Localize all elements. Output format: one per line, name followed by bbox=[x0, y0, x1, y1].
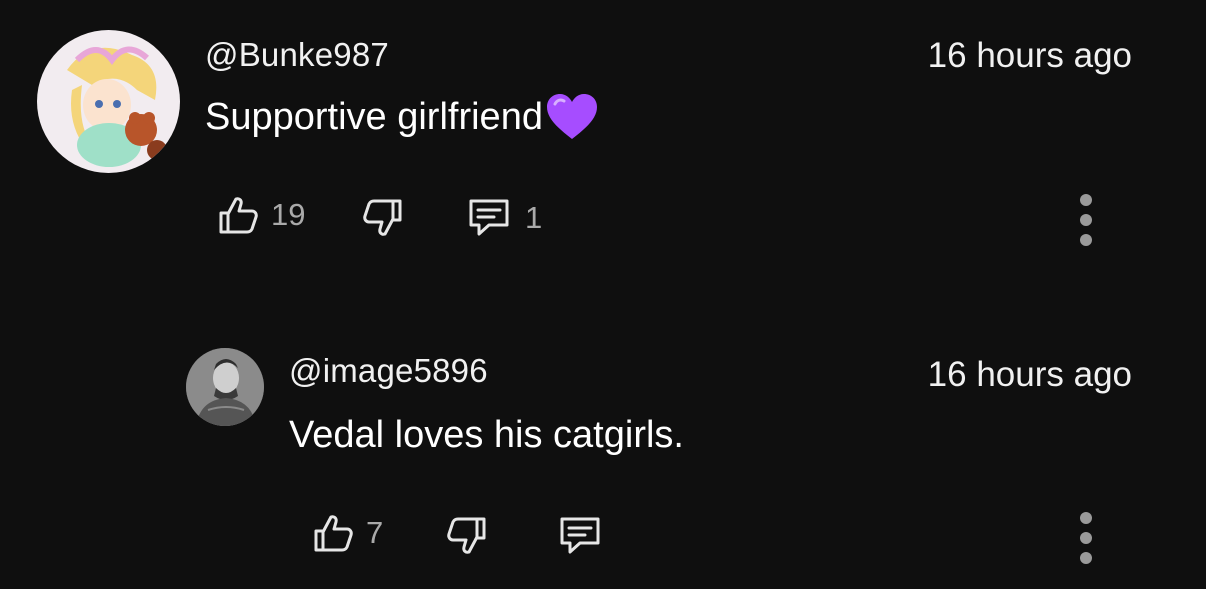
purple-heart-icon bbox=[545, 92, 599, 142]
thumbs-up-icon bbox=[219, 197, 258, 234]
thumbs-down-icon bbox=[447, 517, 486, 554]
kebab-dot bbox=[1080, 194, 1092, 206]
comment-text-row: Vedal loves his catgirls. bbox=[289, 414, 684, 457]
kebab-dot bbox=[1080, 214, 1092, 226]
like-count: 19 bbox=[271, 197, 306, 232]
reply-count: 1 bbox=[525, 200, 543, 235]
comment-icon bbox=[560, 517, 600, 554]
thumbs-down-icon bbox=[363, 199, 402, 236]
comments-section: @Bunke987 16 hours ago Supportive girlfr… bbox=[0, 0, 1206, 589]
avatar[interactable] bbox=[37, 30, 180, 173]
kebab-dot bbox=[1080, 512, 1092, 524]
comment-author[interactable]: @image5896 bbox=[289, 352, 488, 390]
thumbs-up-icon bbox=[314, 515, 353, 552]
comment-text-row: Supportive girlfriend bbox=[205, 92, 599, 142]
more-options-button[interactable] bbox=[1079, 512, 1093, 564]
kebab-dot bbox=[1080, 234, 1092, 246]
reply-button[interactable]: 1 bbox=[467, 197, 542, 239]
dislike-button[interactable] bbox=[446, 515, 488, 557]
comment-author[interactable]: @Bunke987 bbox=[205, 36, 389, 74]
avatar-image bbox=[37, 30, 180, 173]
kebab-dot bbox=[1080, 552, 1092, 564]
more-options-button[interactable] bbox=[1079, 194, 1093, 246]
like-count: 7 bbox=[366, 515, 384, 550]
kebab-dot bbox=[1080, 532, 1092, 544]
like-button[interactable]: 7 bbox=[312, 512, 383, 554]
comment-text: Supportive girlfriend bbox=[205, 95, 543, 138]
comment-timestamp: 16 hours ago bbox=[927, 355, 1132, 394]
reply-button[interactable] bbox=[558, 515, 602, 557]
dislike-button[interactable] bbox=[362, 197, 404, 239]
comment-text: Vedal loves his catgirls. bbox=[289, 414, 684, 456]
avatar-image bbox=[186, 348, 264, 426]
like-button[interactable]: 19 bbox=[217, 194, 305, 236]
comment-timestamp: 16 hours ago bbox=[927, 36, 1132, 75]
avatar[interactable] bbox=[186, 348, 264, 426]
comment-icon bbox=[469, 199, 509, 236]
